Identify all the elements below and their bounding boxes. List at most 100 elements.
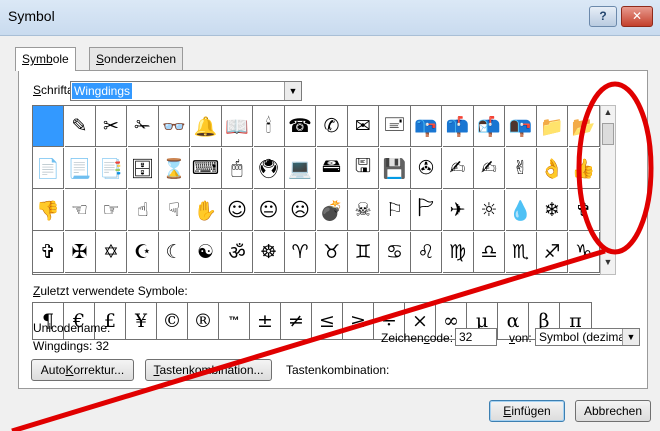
symbol-cell[interactable]: ☾ <box>159 232 190 273</box>
symbol-cell[interactable]: ✍ <box>474 148 505 189</box>
symbol-cell[interactable]: ♋ <box>379 232 411 273</box>
symbol-cell[interactable]: 😐 <box>253 190 285 231</box>
symbol-cell[interactable]: ☟ <box>159 190 190 231</box>
symbol-cell[interactable]: ♉ <box>316 232 348 273</box>
cancel-button[interactable]: Abbrechen <box>575 400 651 422</box>
symbol-cell[interactable]: 📖 <box>222 106 253 147</box>
symbol-cell[interactable]: ✞ <box>568 190 600 231</box>
symbol-cell[interactable]: ♎ <box>474 232 505 273</box>
help-button[interactable]: ? <box>589 6 617 27</box>
symbol-cell[interactable]: 📄 <box>33 148 64 189</box>
symbol-cell[interactable]: 👍 <box>568 148 600 189</box>
symbol-cell[interactable]: 📪 <box>411 106 442 147</box>
symbol-cell[interactable]: ✋ <box>190 190 222 231</box>
symbol-cell[interactable]: ♌ <box>411 232 442 273</box>
symbol-cell[interactable]: ✈ <box>442 190 474 231</box>
recent-symbol-cell[interactable]: ¥ <box>126 303 157 339</box>
symbol-cell[interactable]: 🏱 <box>411 190 442 231</box>
symbol-cell[interactable]: 🖴 <box>316 148 348 189</box>
symbol-cell[interactable]: ☼ <box>474 190 505 231</box>
char-code-input[interactable]: 32 <box>455 328 497 346</box>
recent-symbol-cell[interactable]: ≠ <box>281 303 312 339</box>
symbol-cell[interactable]: ⚐ <box>379 190 411 231</box>
autokorrektur-button[interactable]: AutoKorrektur... <box>31 359 134 381</box>
symbol-cell[interactable]: ✆ <box>316 106 348 147</box>
symbol-cell[interactable]: 📑 <box>96 148 127 189</box>
recent-symbol-cell[interactable]: ± <box>250 303 281 339</box>
symbol-cell[interactable]: ✂ <box>96 106 127 147</box>
symbol-cell[interactable]: 💾 <box>379 148 411 189</box>
symbol-cell[interactable]: 🖫 <box>348 148 379 189</box>
symbol-cell[interactable]: ☞ <box>96 190 127 231</box>
scroll-down-icon[interactable]: ▼ <box>601 257 615 273</box>
symbol-cell[interactable]: ✍ <box>442 148 474 189</box>
symbol-cell[interactable]: 🖱 <box>222 148 253 189</box>
symbol-cell[interactable]: ✇ <box>411 148 442 189</box>
close-button[interactable]: ✕ <box>621 6 653 27</box>
symbol-cell[interactable]: 💻 <box>285 148 316 189</box>
symbol-cell[interactable]: ☠ <box>348 190 379 231</box>
symbol-cell[interactable]: 📂 <box>568 106 600 147</box>
symbol-cell[interactable]: ॐ <box>222 232 253 273</box>
symbol-cell[interactable]: 🖃 <box>379 106 411 147</box>
symbol-cell[interactable]: 👎 <box>33 190 64 231</box>
recent-symbol-cell[interactable]: ™ <box>219 303 250 339</box>
scroll-thumb[interactable] <box>602 123 614 145</box>
tab-sonderzeichen[interactable]: Sonderzeichen <box>89 47 184 70</box>
tab-symbole[interactable]: Symbole <box>15 47 76 71</box>
symbol-grid-scrollbar[interactable]: ▲ ▼ <box>600 105 616 275</box>
symbol-cell[interactable]: ♈ <box>285 232 316 273</box>
von-label: von: <box>509 331 532 345</box>
symbol-cell[interactable]: ☪ <box>127 232 159 273</box>
von-select[interactable]: Symbol (dezimal) ▼ <box>535 328 640 346</box>
symbol-cell[interactable]: 🗄 <box>127 148 159 189</box>
symbol-cell[interactable]: ☯ <box>190 232 222 273</box>
symbol-cell[interactable]: 📬 <box>474 106 505 147</box>
symbol-cell[interactable]: ☸ <box>253 232 285 273</box>
symbol-cell[interactable]: 👌 <box>537 148 568 189</box>
symbol-cell[interactable]: ✞ <box>33 232 64 273</box>
symbol-cell[interactable]: ♏ <box>505 232 537 273</box>
symbol-cell[interactable]: 📭 <box>505 106 537 147</box>
symbol-cell[interactable]: 📃 <box>64 148 96 189</box>
symbol-cell[interactable]: ❄ <box>537 190 568 231</box>
chevron-down-icon[interactable]: ▼ <box>284 82 301 100</box>
symbol-cell[interactable]: ♍ <box>442 232 474 273</box>
recent-symbol-cell[interactable]: ® <box>188 303 219 339</box>
symbol-cell[interactable]: ⌛ <box>159 148 190 189</box>
scroll-up-icon[interactable]: ▲ <box>601 107 615 123</box>
chevron-down-icon[interactable]: ▼ <box>622 329 639 345</box>
symbol-cell[interactable]: 📁 <box>537 106 568 147</box>
symbol-cell[interactable]: 🖲 <box>253 148 285 189</box>
symbol-cell[interactable]: ✎ <box>64 106 96 147</box>
symbol-cell[interactable]: ☜ <box>64 190 96 231</box>
tastenkombination-button[interactable]: Tastenkombination... <box>145 359 272 381</box>
symbol-cell[interactable]: 🔔 <box>190 106 222 147</box>
font-select[interactable]: Wingdings ▼ <box>70 81 302 101</box>
symbol-cell[interactable]: ✉ <box>348 106 379 147</box>
symbol-cell[interactable]: ✌ <box>505 148 537 189</box>
symbol-cell[interactable]: 👓 <box>159 106 190 147</box>
symbol-cell[interactable]: ♑ <box>568 232 600 273</box>
symbol-cell[interactable]: ☺ <box>222 190 253 231</box>
symbol-cell[interactable]: ⌨ <box>190 148 222 189</box>
symbol-cell[interactable]: ♊ <box>348 232 379 273</box>
recent-symbol-cell[interactable]: © <box>157 303 188 339</box>
symbol-cell[interactable] <box>33 106 64 147</box>
symbol-cell[interactable]: ☹ <box>285 190 316 231</box>
symbol-cell[interactable]: ✁ <box>127 106 159 147</box>
recent-symbol-cell[interactable]: ≥ <box>343 303 374 339</box>
symbol-cell[interactable]: ✠ <box>64 232 96 273</box>
tastenkombination-label: Tastenkombination: <box>286 363 390 377</box>
symbol-cell[interactable]: ☎ <box>285 106 316 147</box>
recent-symbol-cell[interactable]: ≤ <box>312 303 343 339</box>
symbol-cell[interactable]: 📫 <box>442 106 474 147</box>
symbol-cell[interactable]: 💧 <box>505 190 537 231</box>
symbol-cell[interactable]: ☝ <box>127 190 159 231</box>
tab-sonderzeichen-label: onderzeichen <box>104 52 177 66</box>
insert-button[interactable]: Einfügen <box>489 400 565 422</box>
symbol-cell[interactable]: ♐ <box>537 232 568 273</box>
symbol-cell[interactable]: 💣 <box>316 190 348 231</box>
symbol-cell[interactable]: ✡ <box>96 232 127 273</box>
symbol-cell[interactable]: 🕯 <box>253 106 285 147</box>
